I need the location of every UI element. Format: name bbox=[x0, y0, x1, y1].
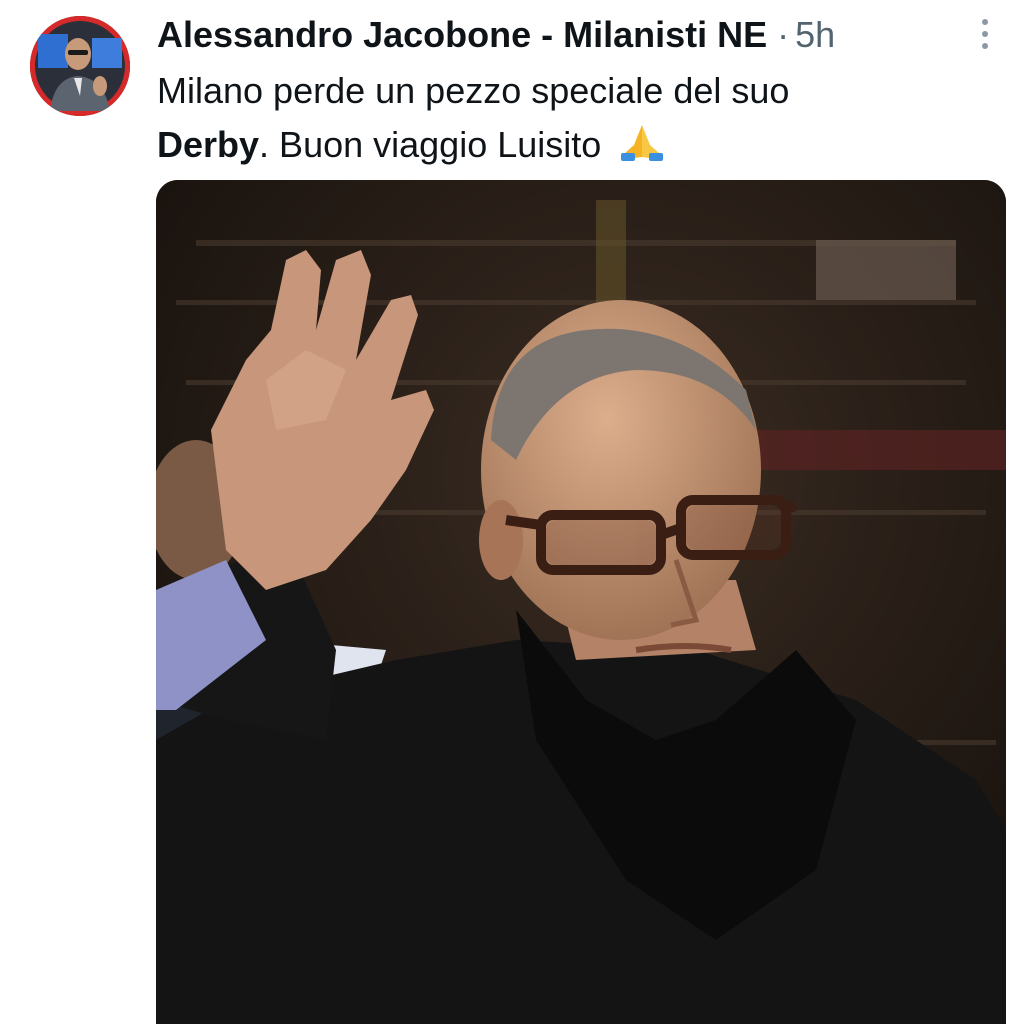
tweet-timestamp[interactable]: 5h bbox=[795, 12, 835, 58]
tweet-text: Milano perde un pezzo speciale del suo D… bbox=[157, 64, 997, 172]
tweet-header: Alessandro Jacobone - Milanisti NE · 5h bbox=[157, 12, 835, 58]
more-vertical-icon bbox=[982, 19, 988, 25]
author-avatar[interactable] bbox=[30, 16, 130, 116]
tweet-photo[interactable] bbox=[156, 180, 1006, 1024]
separator-dot: · bbox=[777, 14, 790, 55]
photo-image bbox=[156, 180, 1006, 1024]
author-name[interactable]: Alessandro Jacobone - Milanisti NE bbox=[157, 12, 767, 58]
folded-hands-icon bbox=[617, 123, 667, 163]
tweet-text-line1: Milano perde un pezzo speciale del suo bbox=[157, 70, 790, 111]
more-vertical-icon-dot bbox=[982, 43, 988, 49]
tweet-text-rest: . Buon viaggio Luisito bbox=[259, 124, 602, 165]
more-options-button[interactable] bbox=[966, 14, 1004, 54]
more-vertical-icon-dot bbox=[982, 31, 988, 37]
tweet[interactable]: Alessandro Jacobone - Milanisti NE · 5h … bbox=[0, 0, 1024, 1024]
tweet-text-bold-word: Derby bbox=[157, 124, 260, 165]
avatar-image bbox=[30, 16, 130, 116]
